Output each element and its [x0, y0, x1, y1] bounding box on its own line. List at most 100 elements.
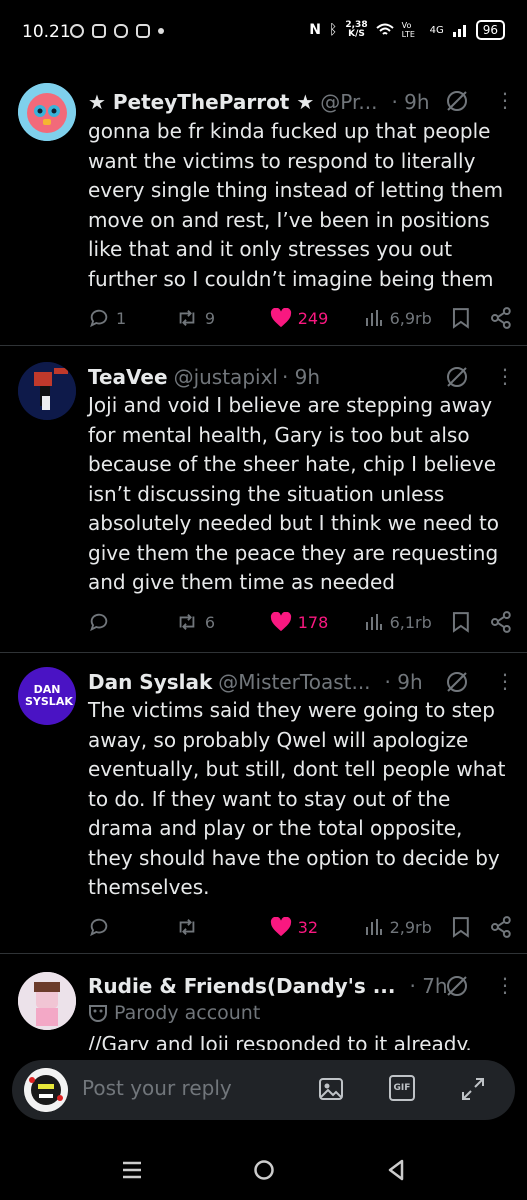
retweet-count: 9 [204, 308, 216, 328]
views-count: 6,1rb [389, 612, 432, 632]
home-icon[interactable] [252, 1158, 276, 1182]
timestamp[interactable]: · 9h [385, 670, 423, 694]
bluetooth-icon: ᛒ [328, 22, 338, 38]
reply-icon [90, 613, 108, 632]
avatar[interactable] [18, 972, 76, 1030]
bookmark-icon[interactable] [451, 307, 471, 329]
tweet[interactable]: Rudie & Friends(Dandy's ... · 7h ⋮ Parod… [0, 954, 527, 1050]
more-icon[interactable]: ⋮ [495, 973, 515, 997]
reply-composer[interactable]: Post your reply GIF [12, 1060, 515, 1120]
share-icon[interactable] [490, 916, 512, 938]
back-icon[interactable] [384, 1158, 408, 1182]
bookmark-icon[interactable] [451, 611, 471, 633]
user-avatar[interactable] [24, 1068, 68, 1112]
reply-icon [90, 918, 108, 937]
grok-icon[interactable] [445, 670, 469, 694]
handle[interactable]: @Pr... [320, 90, 377, 114]
parody-mask-icon [89, 1005, 107, 1022]
menu-icon[interactable] [120, 1158, 144, 1182]
reply-tools: GIF [317, 1075, 487, 1103]
display-name[interactable]: Dan Syslak [88, 670, 212, 694]
wifi-icon [375, 23, 394, 35]
signal-label: 4G [429, 24, 444, 36]
tweet-header: TeaVee @justapixl · 9h [88, 362, 320, 392]
retweet-button[interactable]: 6 [175, 611, 270, 633]
tweet-header: ★ PeteyTheParrot ★ @Pr... · 9h [88, 87, 430, 117]
like-count: 249 [297, 308, 329, 328]
retweet-icon [179, 310, 195, 326]
handle[interactable]: @MisterToast... [218, 670, 370, 694]
display-name[interactable]: ★ PeteyTheParrot ★ [88, 90, 314, 114]
views-count: 2,9rb [389, 917, 432, 937]
avatar[interactable] [18, 83, 76, 141]
timestamp[interactable]: · 9h [391, 90, 429, 114]
grok-icon[interactable] [445, 974, 469, 998]
views-button[interactable]: 6,1rb [364, 612, 451, 632]
views-count: 6,9rb [389, 308, 432, 328]
gif-button[interactable]: GIF [389, 1075, 415, 1101]
display-name[interactable]: Rudie & Friends(Dandy's ... [88, 974, 395, 998]
like-button[interactable]: 178 [270, 612, 364, 632]
avatar-logo-text: DAN SYSLAK [25, 683, 73, 708]
tweet[interactable]: DAN SYSLAK Dan Syslak @MisterToast... · … [0, 653, 527, 954]
retweet-icon [179, 919, 195, 935]
views-button[interactable]: 2,9rb [364, 917, 451, 937]
tweet[interactable]: TeaVee @justapixl · 9h ⋮ Joji and void I… [0, 346, 527, 653]
expand-icon[interactable] [459, 1075, 487, 1103]
notification-icons [70, 24, 164, 38]
tweet-header: Dan Syslak @MisterToast... · 9h [88, 667, 423, 697]
avatar[interactable] [18, 362, 76, 420]
timestamp[interactable]: · 9h [282, 365, 320, 389]
teavee-avatar-icon [18, 362, 76, 420]
retweet-button[interactable] [175, 916, 270, 938]
views-button[interactable]: 6,9rb [364, 308, 451, 328]
grok-icon[interactable] [445, 89, 469, 113]
views-icon [365, 919, 382, 935]
tweet-actions: 1 9 249 6,9rb [88, 304, 512, 332]
avatar[interactable]: DAN SYSLAK [18, 667, 76, 725]
app-icon [136, 24, 150, 38]
timestamp[interactable]: · 7h [409, 974, 447, 998]
grok-icon[interactable] [445, 365, 469, 389]
retweet-icon [179, 614, 195, 630]
tweet-header: Rudie & Friends(Dandy's ... · 7h [88, 971, 448, 1001]
heart-icon [270, 612, 291, 632]
image-icon[interactable] [317, 1075, 345, 1103]
reply-button[interactable] [88, 916, 175, 938]
net-speed: 2,38 K/S [345, 20, 368, 39]
retweet-button[interactable]: 9 [175, 307, 270, 329]
tweet-actions: 32 2,9rb [88, 913, 512, 941]
status-bar: 10.21 N ᛒ 2,38 K/S Vo LTE 4G 96 [0, 0, 527, 62]
reply-count: 1 [116, 308, 127, 328]
tweet[interactable]: ★ PeteyTheParrot ★ @Pr... · 9h ⋮ gonna b… [0, 75, 527, 346]
share-icon[interactable] [490, 611, 512, 633]
reply-input[interactable]: Post your reply [82, 1076, 232, 1100]
handle[interactable]: @justapixl [174, 365, 278, 389]
more-icon[interactable]: ⋮ [495, 364, 515, 388]
reply-button[interactable] [88, 611, 175, 633]
tweet-text: //Gary and Joji responded to it already. [88, 1032, 472, 1050]
more-icon[interactable]: ⋮ [495, 88, 515, 112]
like-count: 32 [297, 917, 319, 937]
retweet-count: 6 [204, 612, 216, 632]
instagram-icon [92, 24, 106, 38]
user-avatar-icon [24, 1068, 68, 1112]
battery-indicator: 96 [475, 20, 505, 40]
nfc-icon: N [309, 22, 321, 38]
like-count: 178 [297, 612, 329, 632]
views-icon [365, 310, 382, 326]
bookmark-icon[interactable] [451, 916, 471, 938]
reply-button[interactable]: 1 [88, 307, 175, 329]
parrot-avatar-icon [18, 83, 76, 141]
display-name[interactable]: TeaVee [88, 365, 168, 389]
discord-icon [114, 24, 128, 38]
tweet-text: gonna be fr kinda fucked up that people … [88, 119, 504, 291]
tweet-text: Joji and void I believe are stepping awa… [88, 393, 500, 594]
like-button[interactable]: 249 [270, 308, 364, 328]
tweet-actions: 6 178 6,1rb [88, 608, 512, 636]
share-icon[interactable] [490, 307, 512, 329]
like-button[interactable]: 32 [270, 917, 364, 937]
more-icon[interactable]: ⋮ [495, 669, 515, 693]
dot-icon [158, 28, 164, 34]
system-nav-bar [0, 1140, 527, 1200]
